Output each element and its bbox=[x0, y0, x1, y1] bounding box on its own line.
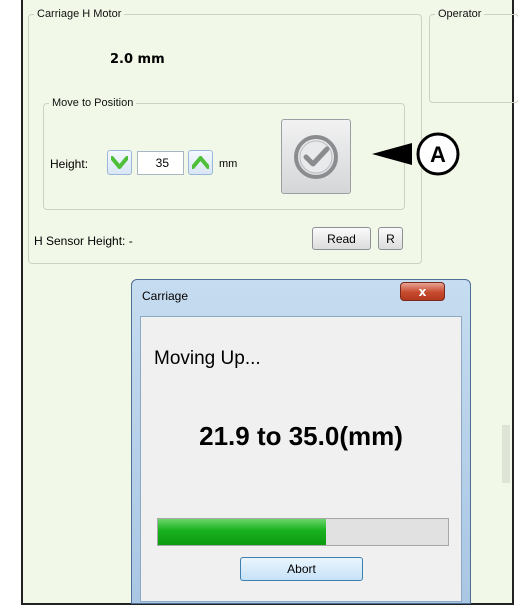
background-scrollbar[interactable] bbox=[502, 425, 510, 483]
height-label: Height: bbox=[50, 157, 89, 171]
dialog-range-text: 21.9 to 35.0(mm) bbox=[199, 421, 403, 451]
move-progress-bar bbox=[157, 518, 449, 546]
close-icon: x bbox=[418, 284, 427, 299]
read-button[interactable]: Read bbox=[312, 227, 371, 250]
abort-button[interactable]: Abort bbox=[240, 557, 363, 581]
checkmark-circle-icon bbox=[294, 134, 338, 179]
move-to-position-legend: Move to Position bbox=[52, 97, 134, 109]
height-input[interactable] bbox=[137, 151, 184, 175]
current-position-value: 2.0 mm bbox=[110, 52, 165, 67]
chevron-down-icon bbox=[111, 156, 128, 169]
callout-arrow-icon: A bbox=[372, 132, 460, 176]
height-increase-button[interactable] bbox=[188, 150, 213, 175]
chevron-up-icon bbox=[192, 156, 209, 169]
dialog-close-button[interactable]: x bbox=[400, 282, 445, 301]
callout-label: A bbox=[430, 142, 446, 167]
operator-group: Operator bbox=[429, 8, 518, 103]
move-progress-fill bbox=[158, 519, 327, 545]
carriage-dialog: Carriage x Moving Up... 21.9 to 35.0(mm)… bbox=[131, 279, 471, 604]
height-unit-label: mm bbox=[219, 158, 238, 170]
dialog-title: Carriage bbox=[142, 289, 189, 303]
operator-legend: Operator bbox=[438, 8, 482, 20]
dialog-status-text: Moving Up... bbox=[154, 348, 261, 369]
move-to-position-button[interactable] bbox=[281, 119, 351, 194]
carriage-h-motor-legend: Carriage H Motor bbox=[37, 8, 122, 20]
dialog-body: Moving Up... 21.9 to 35.0(mm) Abort bbox=[140, 316, 462, 602]
h-sensor-height-label: H Sensor Height: - bbox=[34, 234, 133, 248]
r-button[interactable]: R bbox=[378, 227, 403, 250]
height-decrease-button[interactable] bbox=[107, 150, 132, 175]
